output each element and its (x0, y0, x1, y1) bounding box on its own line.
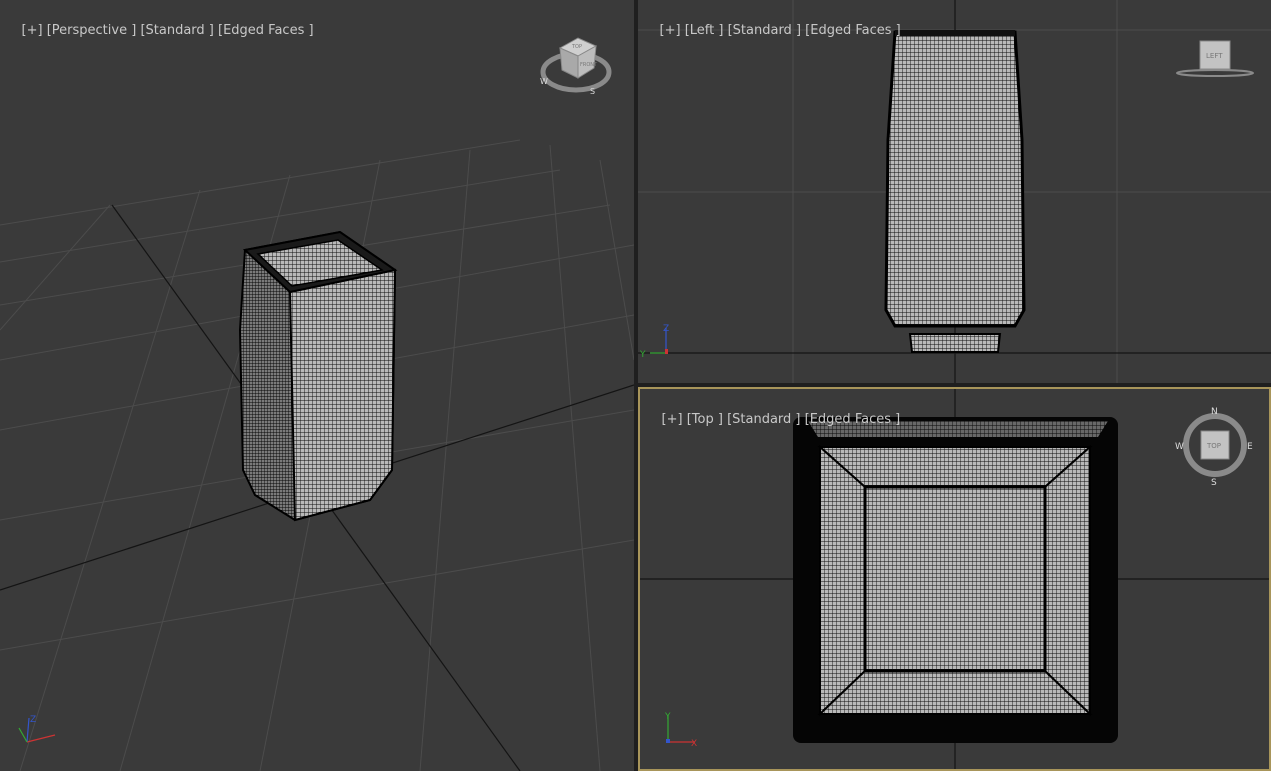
axis-tripod-perspective: Z (18, 715, 56, 743)
axis-z-label: Z (30, 715, 36, 725)
compass-e[interactable]: E (1247, 442, 1253, 452)
viewport-view-menu[interactable]: [Left ] (685, 23, 724, 38)
compass-w[interactable]: W (540, 77, 548, 86)
compass-s[interactable]: S (590, 87, 595, 96)
viewcube-top-face[interactable]: TOP (571, 44, 582, 50)
vase-mesh-top[interactable] (793, 417, 1118, 743)
viewport-view-menu[interactable]: [Perspective ] (47, 23, 137, 38)
viewport-left[interactable]: Z Y [+] [Left ] [Standard ] [Edged Faces… (638, 0, 1271, 383)
vase-mesh-left[interactable] (884, 30, 1026, 353)
viewport-label-perspective: [+] [Perspective ] [Standard ] [Edged Fa… (5, 8, 314, 53)
compass-w[interactable]: W (1175, 442, 1184, 452)
viewcube-perspective[interactable]: TOP FRONT W S (536, 30, 616, 100)
compass-s[interactable]: S (1211, 478, 1217, 487)
axis-y-label: Y (639, 350, 646, 360)
viewport-mode-menu[interactable]: [Edged Faces ] (805, 412, 901, 427)
viewport-mode-menu[interactable]: [Edged Faces ] (805, 23, 901, 38)
viewport-label-left: [+] [Left ] [Standard ] [Edged Faces ] (643, 8, 901, 53)
perspective-scene[interactable]: Z (0, 0, 634, 771)
viewcube-front-face[interactable]: FRONT (580, 62, 598, 68)
axis-x-label: X (691, 739, 697, 749)
vase-mesh-perspective[interactable] (238, 230, 398, 522)
viewport-plus-menu[interactable]: [+] (660, 23, 681, 38)
viewport-mode-menu[interactable]: [Edged Faces ] (218, 23, 314, 38)
viewport-shading-menu[interactable]: [Standard ] (140, 23, 213, 38)
viewport-plus-menu[interactable]: [+] (22, 23, 43, 38)
viewport-top[interactable]: Y X [+] [Top ] [Standard ] [Edged Faces … (638, 387, 1271, 771)
compass-n[interactable]: N (1211, 407, 1218, 417)
viewcube-top[interactable]: TOP N E S W (1175, 405, 1255, 487)
viewport-label-top: [+] [Top ] [Standard ] [Edged Faces ] (645, 397, 901, 442)
axis-y-label: Y (664, 712, 671, 722)
viewcube-left[interactable]: LEFT (1174, 36, 1256, 82)
axis-tripod-top: Y X (664, 712, 697, 749)
axis-tripod-left: Z Y (639, 324, 669, 360)
viewport-shading-menu[interactable]: [Standard ] (727, 412, 800, 427)
viewcube-left-face[interactable]: LEFT (1206, 52, 1223, 60)
viewport-view-menu[interactable]: [Top ] (687, 412, 723, 427)
viewport-perspective[interactable]: Z [+] [Perspective ] [Standard ] [Edged … (0, 0, 634, 771)
viewport-shading-menu[interactable]: [Standard ] (728, 23, 801, 38)
viewport-plus-menu[interactable]: [+] (662, 412, 683, 427)
axis-z-label: Z (663, 324, 669, 334)
viewcube-top-face[interactable]: TOP (1206, 442, 1221, 450)
